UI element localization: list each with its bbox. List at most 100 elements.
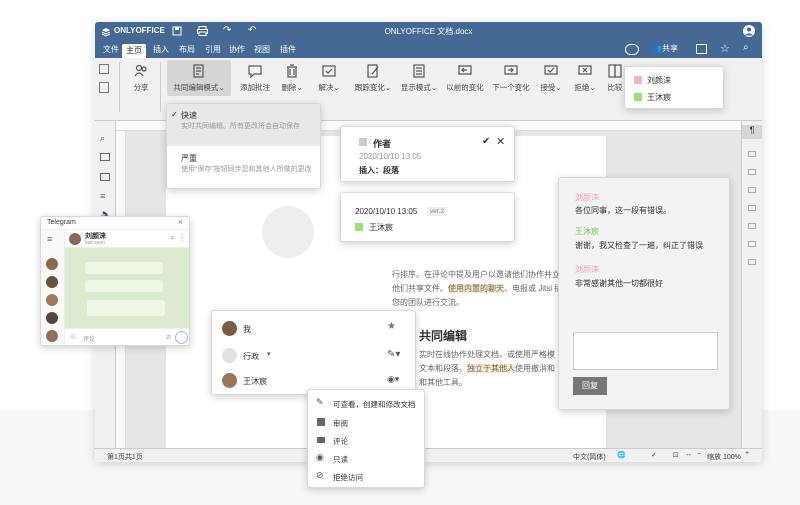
next-change-button[interactable]: 下一个变化 [491, 64, 531, 93]
zoom-in-icon[interactable]: + [745, 450, 749, 457]
search-icon[interactable]: ⌕ [743, 42, 749, 53]
more-options-icon[interactable]: ⋮ [178, 233, 186, 242]
chat-avatar[interactable] [46, 276, 58, 288]
pencil-permission-icon[interactable]: ✎▾ [387, 349, 400, 360]
tab-file[interactable]: 文件 [99, 43, 123, 57]
text-art-icon[interactable] [748, 241, 756, 247]
tab-view[interactable]: 视图 [250, 43, 274, 57]
permission-option-comment[interactable]: 评论 [308, 432, 424, 449]
permission-label: 可查看，创建和修改文档 [333, 400, 416, 409]
copy-icon[interactable] [99, 64, 109, 74]
message-bubble [85, 280, 163, 292]
share-button[interactable]: 👥共享 [652, 43, 678, 54]
close-icon[interactable]: × [178, 217, 183, 227]
open-location-icon[interactable] [696, 44, 707, 54]
doc-text-span: 他们共享文件。 [392, 284, 448, 293]
chat-avatar[interactable] [46, 330, 58, 342]
comment-add-icon [248, 65, 262, 78]
telegram-window: Telegram × ≡ 刘颜涞 last seen ⌕ ⋮ ☺ 评论 ⌀ [40, 216, 190, 346]
paragraph-settings-icon[interactable]: ¶ [742, 125, 762, 139]
user-avatar-icon[interactable] [743, 25, 755, 37]
spell-check-icon[interactable]: ✓ [651, 451, 657, 459]
fast-mode-option[interactable]: ✓ 快速 实时共同编辑。所有更改将会自动保存 [167, 104, 320, 146]
strict-mode-option[interactable]: 严重 使用“保存”按钮同步您和其他人所做的更改 [167, 146, 320, 190]
header-footer-icon[interactable] [748, 187, 756, 193]
telegram-message-area [65, 248, 189, 328]
review-icon [317, 418, 325, 426]
chat-avatar[interactable] [46, 258, 58, 270]
tab-collaboration[interactable]: 协作 [225, 43, 249, 57]
chart-settings-icon[interactable] [748, 223, 756, 229]
mail-merge-icon[interactable] [748, 259, 756, 265]
hamburger-menu-icon[interactable]: ≡ [47, 234, 52, 244]
telegram-title: Telegram [47, 219, 76, 226]
permission-option-review[interactable]: 审阅 [308, 414, 424, 431]
message-input[interactable]: 评论 [83, 334, 95, 343]
menu-bar: 文件 主页 插入 布局 引用 协作 视图 插件 👥共享 ☆ ⌕ [95, 41, 762, 58]
fit-width-icon[interactable]: ↔ [685, 451, 692, 458]
previous-change-button[interactable]: 以前的变化 [445, 64, 485, 93]
permission-label: 评论 [333, 437, 348, 446]
chat-avatar[interactable] [46, 294, 58, 306]
accept-icon [544, 65, 558, 75]
accept-change-icon[interactable]: ✔ [482, 136, 490, 147]
resolve-button[interactable]: 解决⌄ [312, 64, 346, 93]
image-settings-icon[interactable] [748, 169, 756, 175]
accept-button[interactable]: 接受⌄ [537, 64, 565, 93]
reject-change-icon[interactable]: ✕ [496, 135, 505, 148]
navigation-sidebar-icon[interactable]: ≡ [100, 191, 105, 201]
tab-home[interactable]: 主页 [122, 44, 146, 58]
eye-permission-icon[interactable]: ◉▾ [387, 374, 399, 385]
co-editing-mode-label: 共同编辑模式 [173, 83, 219, 92]
permission-label: 审阅 [333, 419, 348, 428]
fit-page-icon[interactable]: ⊡ [673, 451, 679, 459]
chat-avatar[interactable] [46, 312, 58, 324]
table-settings-icon[interactable] [748, 151, 756, 157]
comment-text: 各位同事，这一段有错误。 [575, 206, 671, 215]
chat-sidebar-icon[interactable] [100, 173, 110, 181]
shape-settings-icon[interactable] [748, 205, 756, 211]
display-mode-icon [413, 64, 425, 78]
search-sidebar-icon[interactable]: ⌕ [100, 133, 105, 144]
permission-option-deny[interactable]: ⊘ 拒绝访问 [308, 468, 424, 485]
permission-option-full-access[interactable]: ✎ 可查看，创建和修改文档 [308, 395, 424, 412]
display-mode-button[interactable]: 显示模式⌄ [399, 64, 439, 93]
online-user-name: 刘颜涞 [647, 76, 671, 85]
reply-button[interactable]: 回复 [573, 377, 607, 395]
tab-references[interactable]: 引用 [201, 43, 225, 57]
reject-icon [578, 65, 592, 75]
status-bar: 第1页共1页 中文(简体) 🌐 ✓ ⊡ ↔ − 缩放 100% + [95, 448, 762, 462]
add-comment-button[interactable]: 添加批注 [235, 64, 275, 93]
document-heading[interactable]: 共同编辑 [419, 327, 467, 344]
reply-textarea[interactable] [573, 332, 718, 370]
zoom-out-icon[interactable]: − [697, 451, 701, 458]
permission-option-read-only[interactable]: ◉ 只读 [308, 450, 424, 467]
comment-text: 谢谢，我又检查了一遍，纠正了错误 [575, 241, 703, 250]
toolbar-divider [119, 62, 120, 112]
right-sidebar: ¶ [741, 121, 762, 448]
delete-button[interactable]: 删除⌄ [278, 64, 306, 93]
chevron-down-icon[interactable]: ▾ [267, 350, 271, 358]
toolbar-divider [160, 62, 161, 112]
co-editing-mode-button[interactable]: 共同编辑模式⌄ [167, 60, 231, 96]
version-history-card[interactable]: 2020/10/10 13:05 ver.2 王沐宸 [340, 192, 515, 242]
favorite-star-icon[interactable]: ☆ [720, 42, 730, 55]
tab-plugins[interactable]: 插件 [276, 43, 300, 57]
track-changes-button[interactable]: 跟踪变化⌄ [353, 64, 393, 93]
microphone-icon[interactable] [175, 331, 188, 344]
language-selector[interactable]: 中文(简体) [573, 452, 606, 462]
emoji-icon[interactable]: ☺ [69, 332, 77, 341]
chat-toggle-icon[interactable] [625, 44, 639, 55]
reject-button[interactable]: 拒绝⌄ [571, 64, 599, 93]
paste-icon[interactable] [99, 82, 109, 93]
checkmark-icon: ✓ [171, 110, 178, 119]
attach-icon[interactable]: ⌀ [166, 332, 171, 341]
tab-insert[interactable]: 插入 [149, 43, 173, 57]
resolve-check-icon [322, 65, 336, 77]
comments-sidebar-icon[interactable] [100, 153, 110, 161]
share-toolbar-button[interactable]: 分享 [125, 64, 157, 93]
online-users-popup: 刘颜涞 王沐宸 [624, 66, 724, 109]
search-icon[interactable]: ⌕ [171, 233, 175, 243]
tab-layout[interactable]: 布局 [175, 43, 199, 57]
globe-icon[interactable]: 🌐 [617, 451, 626, 459]
